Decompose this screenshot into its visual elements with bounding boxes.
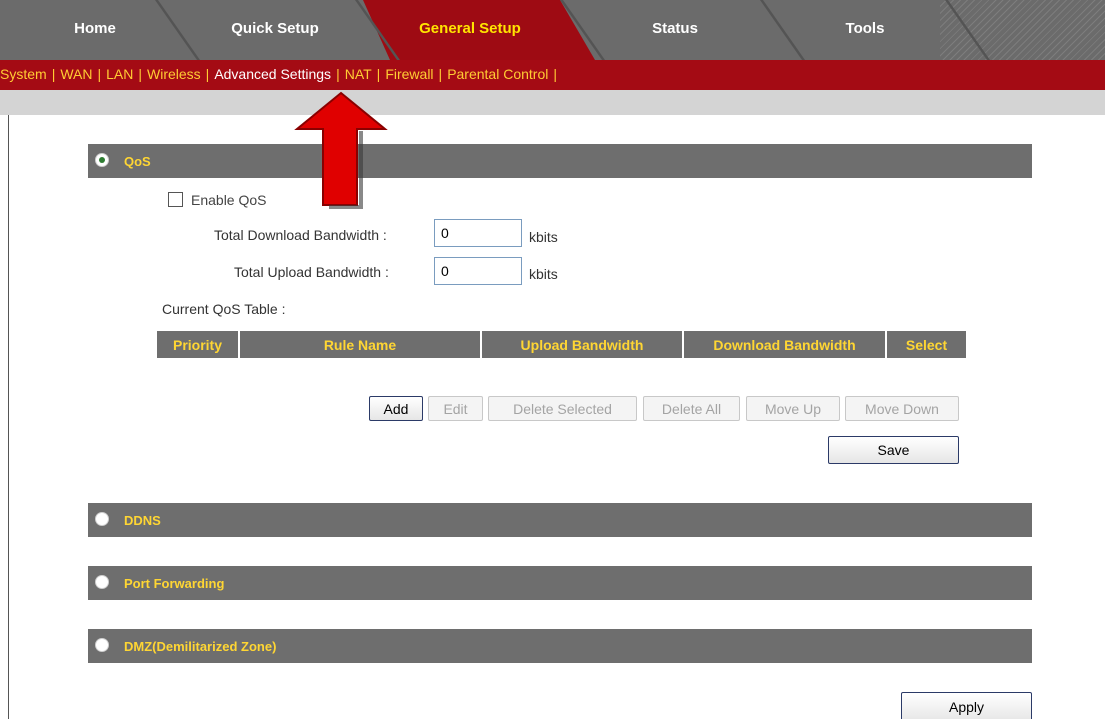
column-upload-bandwidth: Upload Bandwidth (482, 331, 684, 358)
dmz-radio[interactable] (95, 638, 109, 652)
column-select: Select (887, 331, 966, 358)
section-ddns-label: DDNS (124, 513, 161, 528)
subnav-separator: | (376, 66, 381, 82)
tab-bar-hatch (940, 0, 1105, 60)
tab-quick-setup[interactable]: Quick Setup (200, 0, 350, 60)
upload-unit: kbits (529, 266, 558, 282)
download-bandwidth-label: Total Download Bandwidth : (214, 227, 387, 243)
subnav-separator: | (205, 66, 210, 82)
subnav-wireless[interactable]: Wireless (147, 66, 201, 82)
upload-bandwidth-input[interactable] (434, 257, 522, 285)
section-qos-label: QoS (124, 154, 151, 169)
move-down-button[interactable]: Move Down (845, 396, 959, 421)
sub-navigation: System | WAN | LAN | Wireless | Advanced Setting… (0, 60, 1105, 90)
port-forwarding-radio[interactable] (95, 575, 109, 589)
add-button[interactable]: Add (369, 396, 423, 421)
qos-table-label: Current QoS Table : (162, 301, 286, 317)
tab-tools[interactable]: Tools (790, 0, 940, 60)
section-port-forwarding-header[interactable]: Port Forwarding (88, 566, 1032, 600)
column-rule-name: Rule Name (240, 331, 482, 358)
tab-separator (155, 0, 201, 60)
edit-button[interactable]: Edit (428, 396, 483, 421)
subnav-separator: | (336, 66, 340, 82)
section-dmz-header[interactable]: DMZ(Demilitarized Zone) (88, 629, 1032, 663)
subnav-system[interactable]: System (0, 66, 47, 82)
subnav-separator: | (553, 66, 557, 82)
apply-button[interactable]: Apply (901, 692, 1032, 719)
save-button[interactable]: Save (828, 436, 959, 464)
subnav-separator: | (138, 66, 142, 82)
column-download-bandwidth: Download Bandwidth (684, 331, 887, 358)
subnav-wan[interactable]: WAN (60, 66, 92, 82)
ddns-radio[interactable] (95, 512, 109, 526)
download-unit: kbits (529, 229, 558, 245)
subnav-advanced-settings[interactable]: Advanced Settings (214, 66, 331, 82)
download-bandwidth-input[interactable] (434, 219, 522, 247)
section-qos-header[interactable]: QoS (88, 144, 1032, 178)
tab-home[interactable]: Home (40, 0, 150, 60)
subnav-nat[interactable]: NAT (345, 66, 372, 82)
qos-radio[interactable] (95, 153, 109, 167)
delete-all-button[interactable]: Delete All (643, 396, 740, 421)
subnav-lan[interactable]: LAN (106, 66, 133, 82)
subnav-separator: | (438, 66, 443, 82)
delete-selected-button[interactable]: Delete Selected (488, 396, 637, 421)
subnav-parental-control[interactable]: Parental Control (447, 66, 548, 82)
subnav-gray-strip (0, 90, 1105, 115)
section-dmz-label: DMZ(Demilitarized Zone) (124, 639, 277, 654)
enable-qos-checkbox[interactable] (168, 192, 183, 207)
move-up-button[interactable]: Move Up (746, 396, 840, 421)
top-tab-bar: Home Quick Setup General Setup Status To… (0, 0, 1105, 60)
enable-qos-label: Enable QoS (191, 192, 267, 208)
qos-table-header: Priority Rule Name Upload Bandwidth Down… (157, 331, 966, 358)
upload-bandwidth-label: Total Upload Bandwidth : (234, 264, 389, 280)
subnav-separator: | (51, 66, 56, 82)
red-arrow-icon (294, 91, 388, 209)
column-priority: Priority (157, 331, 240, 358)
section-port-forwarding-label: Port Forwarding (124, 576, 225, 591)
subnav-separator: | (97, 66, 102, 82)
tab-status[interactable]: Status (600, 0, 750, 60)
tab-general-setup[interactable]: General Setup (395, 0, 545, 60)
content-left-border (8, 115, 9, 719)
section-ddns-header[interactable]: DDNS (88, 503, 1032, 537)
subnav-firewall[interactable]: Firewall (385, 66, 433, 82)
